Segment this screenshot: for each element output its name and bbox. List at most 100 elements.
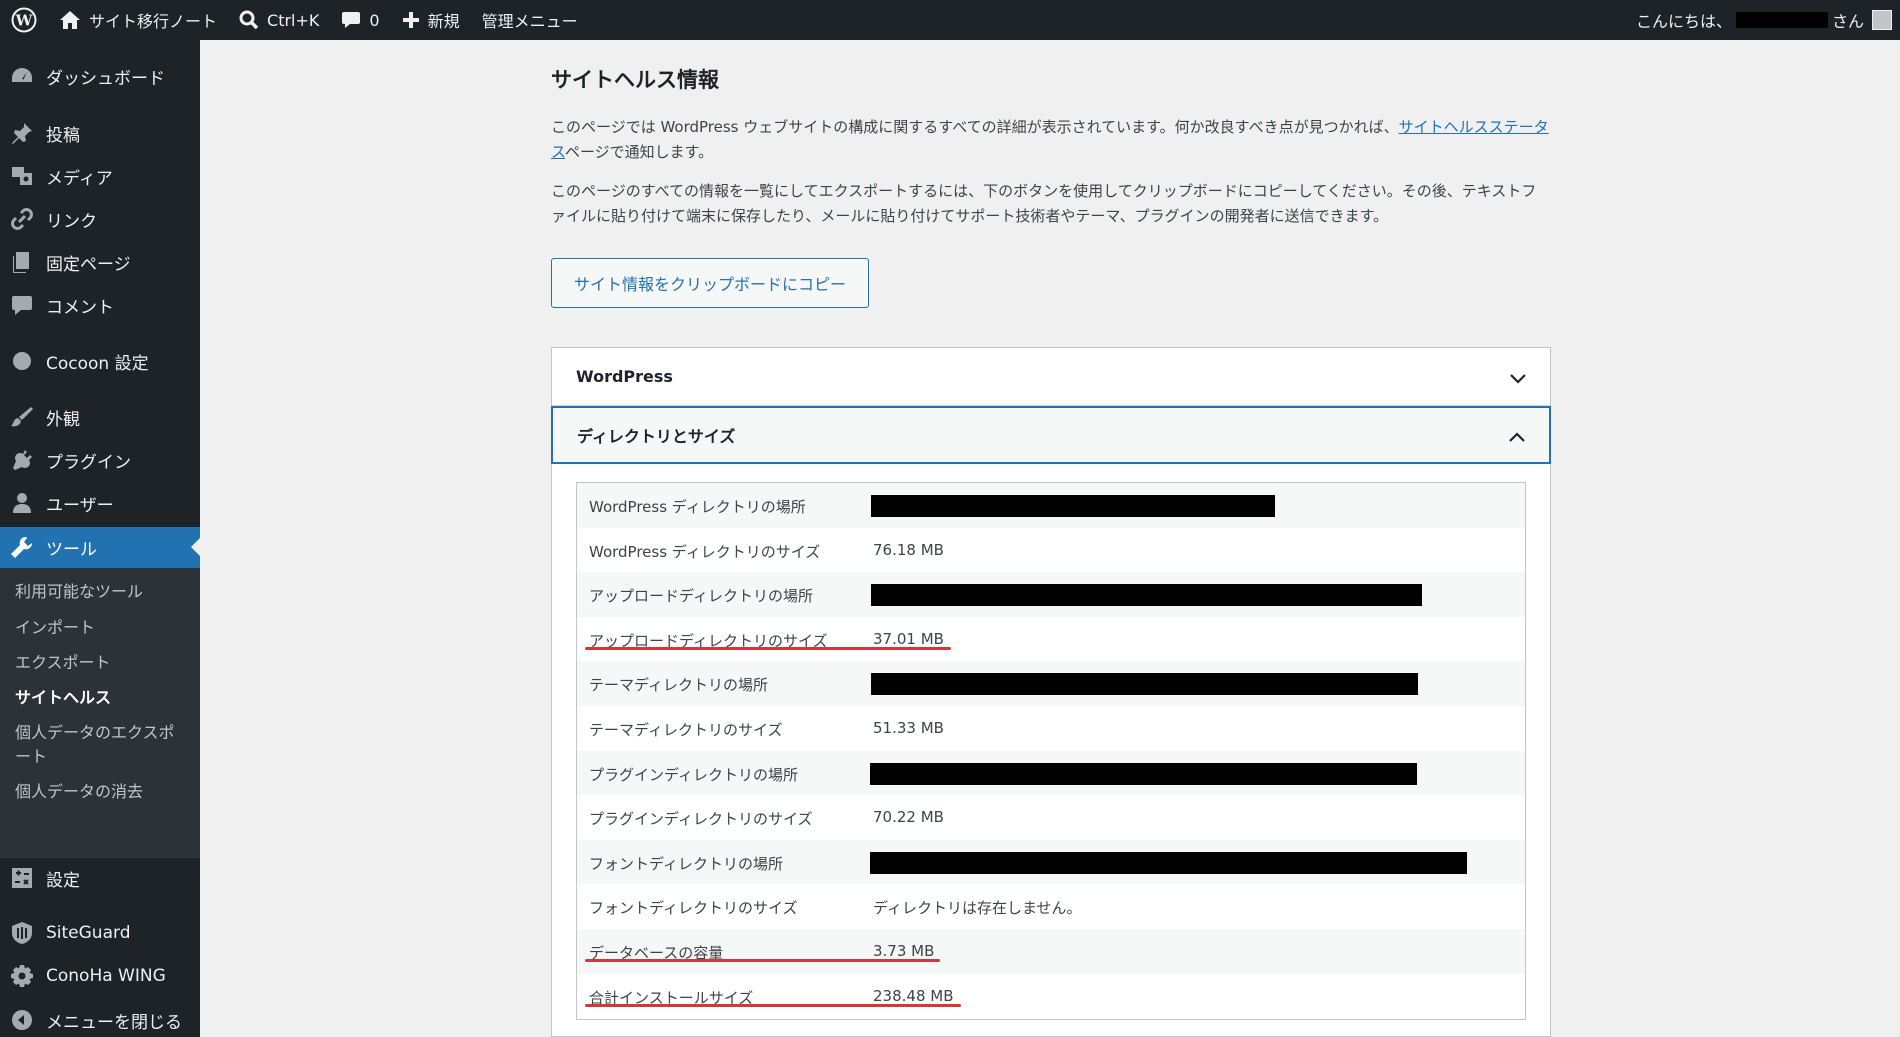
accordion-directories-and-sizes[interactable]: ディレクトリとサイズ xyxy=(551,406,1551,464)
brush-icon xyxy=(11,407,33,427)
comments-link[interactable]: 0 xyxy=(330,0,390,40)
media-icon xyxy=(12,167,32,185)
sidebar-item-comments[interactable]: コメント xyxy=(0,285,200,325)
sidebar-item-settings[interactable]: 設定 xyxy=(0,858,200,898)
comment-count: 0 xyxy=(369,10,380,30)
redacted-value xyxy=(870,762,1417,785)
sidebar-item-links[interactable]: リンク xyxy=(0,199,200,239)
greeting-prefix: こんにちは、 xyxy=(1635,12,1732,31)
my-account-menu[interactable]: こんにちは、 さん xyxy=(1625,0,1900,40)
row-label: プラグインディレクトリの場所 xyxy=(589,765,798,784)
table-row: テーマディレクトリの場所 xyxy=(577,661,1525,706)
row-label: フォントディレクトリのサイズ xyxy=(589,899,798,918)
svg-text:W: W xyxy=(15,12,34,30)
sidebar-item-label: 設定 xyxy=(46,870,80,891)
sidebar-item-label: ユーザー xyxy=(46,495,114,516)
sidebar-item-plugins[interactable]: プラグイン xyxy=(0,440,200,480)
sidebar-item-users[interactable]: ユーザー xyxy=(0,483,200,523)
sidebar-item-label: 固定ページ xyxy=(46,254,131,275)
sidebar-item-label: ツール xyxy=(46,540,97,560)
site-name-link[interactable]: サイト移行ノート xyxy=(48,0,228,40)
sidebar-item-dashboard[interactable]: ダッシュボード xyxy=(0,56,200,96)
table-row: フォントディレクトリの場所 xyxy=(577,839,1525,885)
sidebar-item-label: メディア xyxy=(46,168,113,189)
admin-bar: W サイト移行ノート Ctrl+K 0 新規 管理メニュー こんにちは、 さん xyxy=(0,0,1900,40)
table-row: データベースの容量 3.73 MB xyxy=(577,929,1525,974)
sidebar-item-label: リンク xyxy=(46,211,97,232)
redacted-username xyxy=(1735,12,1828,28)
sidebar-item-tools[interactable]: ツール xyxy=(0,527,200,568)
chevron-down-icon xyxy=(1510,374,1526,384)
plugin-icon xyxy=(13,450,32,470)
sidebar-item-label: ダッシュボード xyxy=(46,68,165,89)
comment-icon xyxy=(342,12,361,28)
row-value: ディレクトリは存在しません。 xyxy=(873,899,1082,918)
sidebar-item-label: プラグイン xyxy=(46,452,131,473)
plus-icon xyxy=(402,12,419,28)
sidebar-item-label: 外観 xyxy=(46,409,80,430)
dashboard-icon xyxy=(12,68,32,82)
submenu-item-export-personal-data[interactable]: 個人データのエクスポート xyxy=(15,721,185,769)
search-shortcut-label: Ctrl+K xyxy=(267,10,320,30)
link-icon xyxy=(11,208,33,230)
sidebar-item-media[interactable]: メディア xyxy=(0,156,200,196)
redacted-value xyxy=(871,673,1418,696)
sidebar-item-posts[interactable]: 投稿 xyxy=(0,113,200,153)
sidebar-item-cocoon-settings[interactable]: Cocoon 設定 xyxy=(0,341,200,381)
row-label: テーマディレクトリの場所 xyxy=(589,676,768,695)
greeting-suffix: さん xyxy=(1831,12,1864,31)
table-row: WordPress ディレクトリのサイズ 76.18 MB xyxy=(577,528,1525,573)
row-label: アップロードディレクトリの場所 xyxy=(589,587,813,606)
admin-menu-label: 管理メニュー xyxy=(481,12,578,31)
gear-icon xyxy=(11,965,33,987)
row-label: WordPress ディレクトリの場所 xyxy=(589,498,806,516)
row-value: 238.48 MB xyxy=(873,986,954,1005)
command-palette-button[interactable]: Ctrl+K xyxy=(228,0,330,40)
wordpress-logo-button[interactable]: W xyxy=(0,0,48,40)
page-icon xyxy=(13,252,29,273)
copy-site-info-button[interactable]: サイト情報をクリップボードにコピー xyxy=(551,258,869,308)
row-value: 76.18 MB xyxy=(873,540,944,559)
annotation-underline-upload-size xyxy=(585,647,951,650)
admin-menu-link[interactable]: 管理メニュー xyxy=(471,0,589,40)
wrench-icon xyxy=(11,536,33,558)
sidebar-item-label: 投稿 xyxy=(46,125,80,146)
new-content-button[interactable]: 新規 xyxy=(391,0,471,40)
redacted-value xyxy=(871,495,1275,517)
admin-sidebar: ダッシュボード 投稿 メディア リンク 固定ページ コメント Cocoon 設定… xyxy=(0,40,200,1037)
sidebar-item-label: SiteGuard xyxy=(46,923,131,943)
wordpress-icon: W xyxy=(11,7,37,33)
settings-icon xyxy=(12,868,32,888)
submenu-item-available-tools[interactable]: 利用可能なツール xyxy=(15,580,190,604)
table-row: プラグインディレクトリの場所 xyxy=(577,750,1525,796)
submenu-item-export[interactable]: エクスポート xyxy=(15,651,190,675)
sidebar-item-label: Cocoon 設定 xyxy=(46,353,149,374)
directories-table: WordPress ディレクトリの場所 WordPress ディレクトリのサイズ… xyxy=(576,482,1526,1020)
submenu-item-import[interactable]: インポート xyxy=(15,616,190,640)
row-label: WordPress ディレクトリのサイズ xyxy=(589,542,821,561)
redacted-value xyxy=(871,584,1422,607)
sidebar-item-conoha-wing[interactable]: ConoHa WING xyxy=(0,956,200,996)
sidebar-item-siteguard[interactable]: SiteGuard xyxy=(0,913,200,953)
site-name-label: サイト移行ノート xyxy=(89,12,218,31)
submenu-item-erase-personal-data[interactable]: 個人データの消去 xyxy=(15,780,190,804)
user-icon xyxy=(13,493,31,513)
sidebar-item-pages[interactable]: 固定ページ xyxy=(0,242,200,282)
new-label: 新規 xyxy=(427,12,460,31)
sidebar-item-label: ConoHa WING xyxy=(46,966,166,986)
submenu-item-site-health[interactable]: サイトヘルス xyxy=(15,686,190,710)
siteguard-icon xyxy=(12,922,32,944)
annotation-underline-total-size xyxy=(585,1004,961,1007)
collapse-menu-button[interactable]: メニューを閉じる xyxy=(0,1000,200,1037)
sidebar-item-appearance[interactable]: 外観 xyxy=(0,397,200,437)
accordion-wordpress[interactable]: WordPress xyxy=(552,348,1550,406)
intro-text-end: ページで通知します。 xyxy=(564,143,714,161)
accordion-wordpress-label: WordPress xyxy=(576,367,673,386)
row-value: 51.33 MB xyxy=(873,719,944,737)
sidebar-item-label: メニューを閉じる xyxy=(46,1012,182,1033)
comment-icon xyxy=(12,296,32,315)
site-info-panel: WordPress ディレクトリとサイズ WordPress ディレクトリの場所… xyxy=(551,347,1551,1037)
table-row: 合計インストールサイズ 238.48 MB xyxy=(577,974,1525,1019)
cocoon-icon xyxy=(13,352,31,370)
collapse-icon xyxy=(12,1010,32,1030)
